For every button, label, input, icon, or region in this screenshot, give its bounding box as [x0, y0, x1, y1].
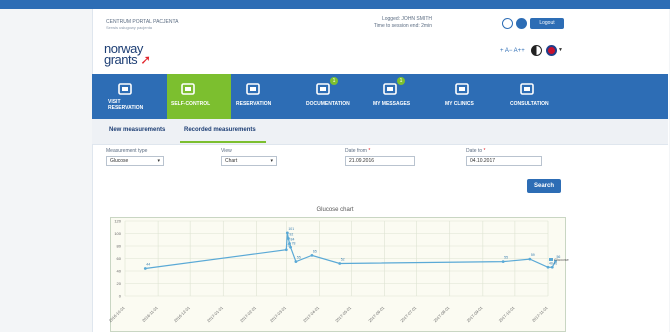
data-point: [546, 265, 550, 269]
data-point: [294, 260, 298, 264]
y-tick-label: 120: [114, 219, 121, 224]
data-point: [338, 262, 342, 265]
x-tick-label: 2017-01-01: [206, 305, 225, 324]
data-label: 78: [292, 241, 296, 245]
y-tick-label: 80: [117, 244, 122, 249]
glucose-chart: 0 20 40 60 80 100 120 2016-10-01 2016-11-01 2016-…: [108, 219, 570, 324]
series-line: [145, 232, 557, 270]
y-tick-label: 40: [117, 269, 122, 274]
x-tick-label: 2016-11-01: [141, 305, 159, 323]
data-label: 55: [504, 256, 508, 260]
x-tick-label: 2017-04-01: [302, 305, 321, 324]
data-point: [285, 231, 289, 235]
data-label: 101: [288, 227, 294, 231]
x-tick-label: 2017-09-01: [466, 305, 485, 324]
data-label: 52: [341, 258, 345, 262]
x-tick-label: 2017-11-01: [531, 305, 549, 323]
legend-label: Glucose: [554, 257, 569, 262]
x-tick-label: 2017-07-01: [399, 305, 418, 324]
data-point: [287, 237, 290, 240]
y-tick-label: 20: [117, 281, 122, 286]
data-label: 92: [289, 233, 293, 237]
data-label: 65: [313, 249, 317, 253]
data-label: 55: [297, 256, 301, 260]
data-label: 59: [531, 253, 535, 257]
y-tick-label: 60: [117, 256, 122, 261]
data-point: [528, 257, 532, 261]
x-tick-label: 2017-06-01: [367, 305, 386, 324]
x-tick-label: 2017-05-01: [334, 305, 353, 324]
y-tick-label: 100: [114, 231, 121, 236]
data-point: [289, 245, 292, 249]
data-label: 44: [146, 263, 150, 267]
x-tick-label: 2017-10-01: [498, 305, 517, 324]
legend-swatch: [549, 258, 553, 261]
data-point: [288, 242, 291, 245]
data-point: [550, 265, 554, 269]
data-point: [143, 267, 147, 270]
data-point: [501, 260, 505, 264]
x-tick-label: 2017-02-01: [239, 305, 258, 324]
data-point: [310, 253, 314, 257]
x-tick-label: 2017-03-01: [269, 305, 288, 324]
x-tick-label: 2016-12-01: [173, 305, 192, 324]
x-tick-label: 2016-10-01: [108, 305, 127, 324]
y-tick-label: 0: [119, 294, 122, 299]
x-tick-label: 2017-08-01: [432, 305, 451, 324]
app-frame: CENTRUM PORTAL PACJENTA Serwis usługowy …: [0, 0, 670, 332]
data-point: [284, 248, 288, 252]
